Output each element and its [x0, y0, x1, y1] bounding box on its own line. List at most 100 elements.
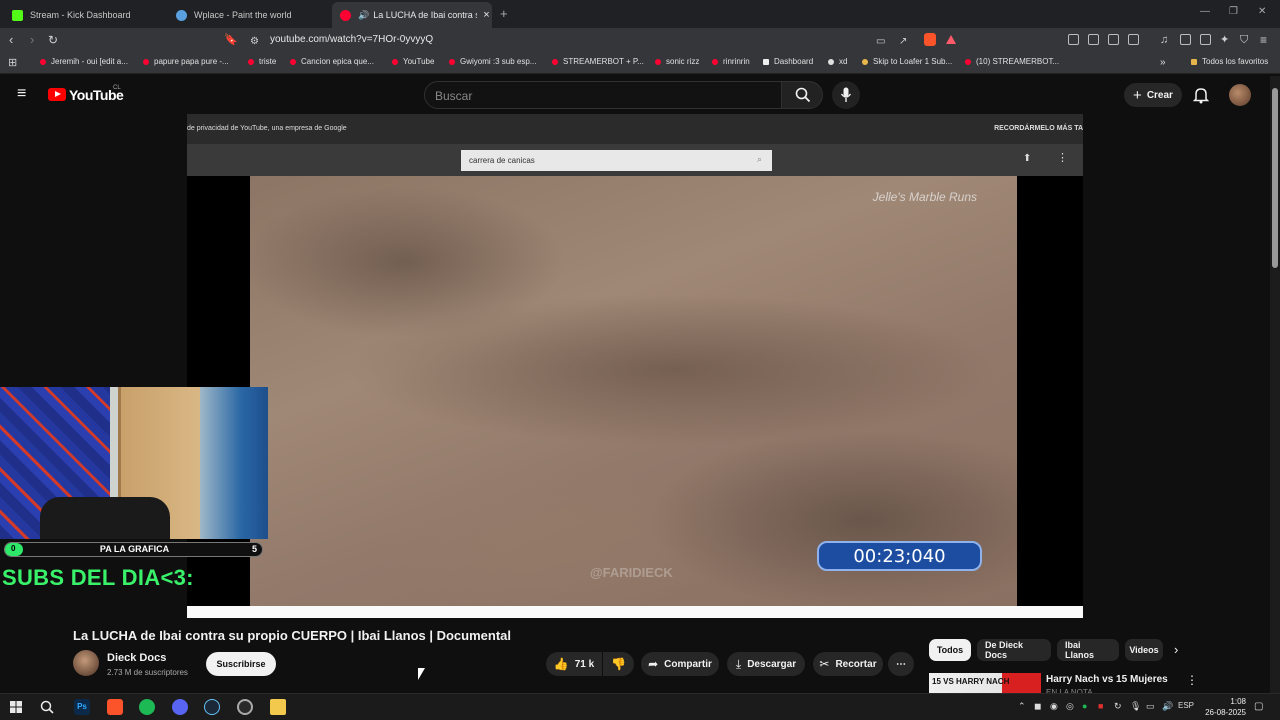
more-bookmarks-icon[interactable]: » — [1160, 57, 1166, 68]
subscribe-button[interactable]: Suscribirse — [206, 652, 276, 676]
forward-icon[interactable]: › — [30, 32, 34, 48]
all-bookmarks-folder[interactable]: Todos los favoritos — [1191, 57, 1268, 66]
channel-avatar[interactable] — [73, 650, 99, 676]
file-explorer-icon[interactable] — [270, 699, 286, 715]
tray-app-icon[interactable]: ↻ — [1114, 701, 1122, 712]
chip-all[interactable]: Todos — [929, 639, 971, 661]
tray-volume-icon[interactable]: 🔊 — [1162, 701, 1173, 712]
brave-rewards-icon[interactable] — [946, 35, 956, 44]
leo-ai-icon[interactable]: ✦ — [1220, 32, 1229, 48]
bookmark-item[interactable]: papure papa pure -... — [143, 57, 229, 66]
menu-hamburger-icon[interactable]: ≡ — [1260, 32, 1267, 48]
tray-steam-icon[interactable]: ◎ — [1066, 701, 1074, 712]
brave-browser-icon[interactable] — [107, 699, 123, 715]
account-avatar[interactable] — [1229, 84, 1251, 106]
tab-youtube-video[interactable]: 🔊 La LUCHA de Ibai contra su p × — [332, 2, 492, 28]
reload-icon[interactable]: ↻ — [48, 32, 58, 48]
tray-network-icon[interactable]: ▭ — [1146, 701, 1155, 712]
search-input[interactable]: Buscar — [424, 81, 782, 109]
url-field[interactable]: youtube.com/watch?v=7HOr-0yvyyQ — [270, 34, 433, 45]
chip-videos[interactable]: Videos — [1125, 639, 1163, 661]
bookmark-item[interactable]: (10) STREAMERBOT... — [965, 57, 1059, 66]
brave-shield-icon[interactable] — [924, 33, 936, 46]
taskbar-search-icon[interactable] — [40, 700, 54, 714]
download-button[interactable]: ⤓ Descargar — [727, 652, 805, 676]
recommendation-title[interactable]: Harry Nach vs 15 Mujeres — [1046, 674, 1168, 685]
apps-grid-icon[interactable]: ⊞ — [8, 56, 17, 69]
discord-icon[interactable] — [172, 699, 188, 715]
chevron-right-icon[interactable]: › — [1174, 642, 1178, 657]
tray-app-icon[interactable]: ■ — [1098, 701, 1103, 711]
bookmark-item[interactable]: Skip to Loafer 1 Sub... — [862, 57, 952, 66]
clip-button[interactable]: ✂ Recortar — [813, 652, 883, 676]
wallet-icon[interactable] — [1200, 34, 1211, 45]
bookmark-item[interactable]: Dashboard — [763, 57, 813, 66]
youtube-bookmark-icon — [290, 58, 296, 65]
tab-kick-dashboard[interactable]: Stream - Kick Dashboard — [4, 2, 164, 28]
chip-from-channel[interactable]: De Dieck Docs — [977, 639, 1051, 661]
bookmark-label: triste — [259, 57, 277, 66]
bookmark-label: sonic rizz — [666, 57, 700, 66]
bookmark-item[interactable]: sonic rizz — [655, 57, 699, 66]
minimize-icon[interactable]: — — [1200, 6, 1210, 17]
clock-date[interactable]: 26-08-2025 — [1198, 708, 1246, 717]
tab-close-icon[interactable]: × — [483, 9, 489, 21]
speaker-icon: 🔊 — [358, 9, 370, 20]
obs-icon[interactable] — [237, 699, 253, 715]
close-window-icon[interactable]: ✕ — [1258, 6, 1266, 17]
bookmark-item[interactable]: rinrinrin — [712, 57, 750, 66]
like-button[interactable]: 👍 71 k — [546, 652, 602, 676]
media-icon[interactable]: ♫ — [1160, 32, 1168, 48]
tray-app-icon[interactable]: ◉ — [1050, 701, 1058, 712]
extension-image-icon[interactable] — [1088, 34, 1099, 45]
bookmark-item[interactable]: YouTube — [392, 57, 434, 66]
cast-icon[interactable]: ▭ — [876, 34, 885, 50]
search-button[interactable] — [781, 81, 823, 109]
more-actions-button[interactable]: ⋯ — [888, 652, 914, 676]
bookmark-item[interactable]: STREAMERBOT + P... — [552, 57, 644, 66]
video-player[interactable]: de privacidad de YouTube, una empresa de… — [187, 114, 1083, 618]
dislike-button[interactable]: 👎 — [603, 652, 634, 676]
recommendation-thumbnail[interactable]: 15 VS HARRY NACH — [929, 673, 1041, 693]
bookmark-item[interactable]: triste — [248, 57, 276, 66]
tray-language[interactable]: ESP — [1178, 701, 1194, 710]
bookmark-item[interactable]: xd — [828, 57, 847, 66]
scrollbar-thumb[interactable] — [1272, 88, 1278, 268]
bookmark-item[interactable]: Gwiyomi :3 sub esp... — [449, 57, 536, 66]
clock-time[interactable]: 1:08 — [1212, 697, 1246, 706]
steam-icon[interactable] — [204, 699, 220, 715]
recommendation-menu-icon[interactable]: ⋮ — [1186, 673, 1198, 687]
channel-name[interactable]: Dieck Docs — [107, 652, 166, 664]
spotify-icon[interactable] — [139, 699, 155, 715]
tray-app-icon[interactable]: ◼ — [1034, 701, 1041, 712]
tab-wplace[interactable]: Wplace - Paint the world — [168, 2, 328, 28]
bookmark-item[interactable]: Jeremih - oui [edit a... — [40, 57, 128, 66]
vpn-shield-icon[interactable]: ⛉ — [1240, 32, 1248, 48]
tray-microphone-icon[interactable]: 🎙 — [1130, 701, 1141, 712]
extension-puzzle-icon[interactable] — [1108, 34, 1119, 45]
photoshop-icon[interactable]: Ps — [74, 699, 90, 715]
youtube-logo-icon[interactable] — [48, 88, 66, 101]
guide-menu-icon[interactable]: ≡ — [17, 85, 26, 103]
bookmark-page-icon[interactable]: 🔖 — [224, 32, 238, 48]
back-icon[interactable]: ‹ — [9, 32, 13, 48]
new-tab-button[interactable]: + — [500, 6, 508, 21]
tray-spotify-icon[interactable]: ● — [1082, 701, 1087, 711]
extension-camera-icon[interactable] — [1128, 34, 1139, 45]
maximize-icon[interactable]: ❐ — [1229, 6, 1238, 17]
page-scrollbar[interactable] — [1270, 76, 1280, 693]
site-settings-icon[interactable]: ⚙ — [250, 34, 259, 50]
windows-start-icon[interactable] — [10, 701, 22, 713]
bookmark-item[interactable]: Cancion epica que... — [290, 57, 374, 66]
sidebar-icon[interactable] — [1180, 34, 1191, 45]
share-button[interactable]: ➦ Compartir — [641, 652, 719, 676]
extension-p-icon[interactable] — [1068, 34, 1079, 45]
voice-search-button[interactable] — [832, 81, 860, 109]
tray-overflow-icon[interactable]: ⌃ — [1018, 701, 1026, 712]
share-icon[interactable]: ↗ — [899, 34, 907, 50]
notifications-bell-icon[interactable] — [1193, 86, 1209, 104]
chip-ibai-llanos[interactable]: Ibai Llanos — [1057, 639, 1119, 661]
remind-later-link: RECORDÁRMELO MÁS TA — [994, 125, 1083, 132]
notification-center-icon[interactable]: ▢ — [1254, 701, 1263, 712]
create-button[interactable]: + Crear — [1124, 83, 1182, 107]
